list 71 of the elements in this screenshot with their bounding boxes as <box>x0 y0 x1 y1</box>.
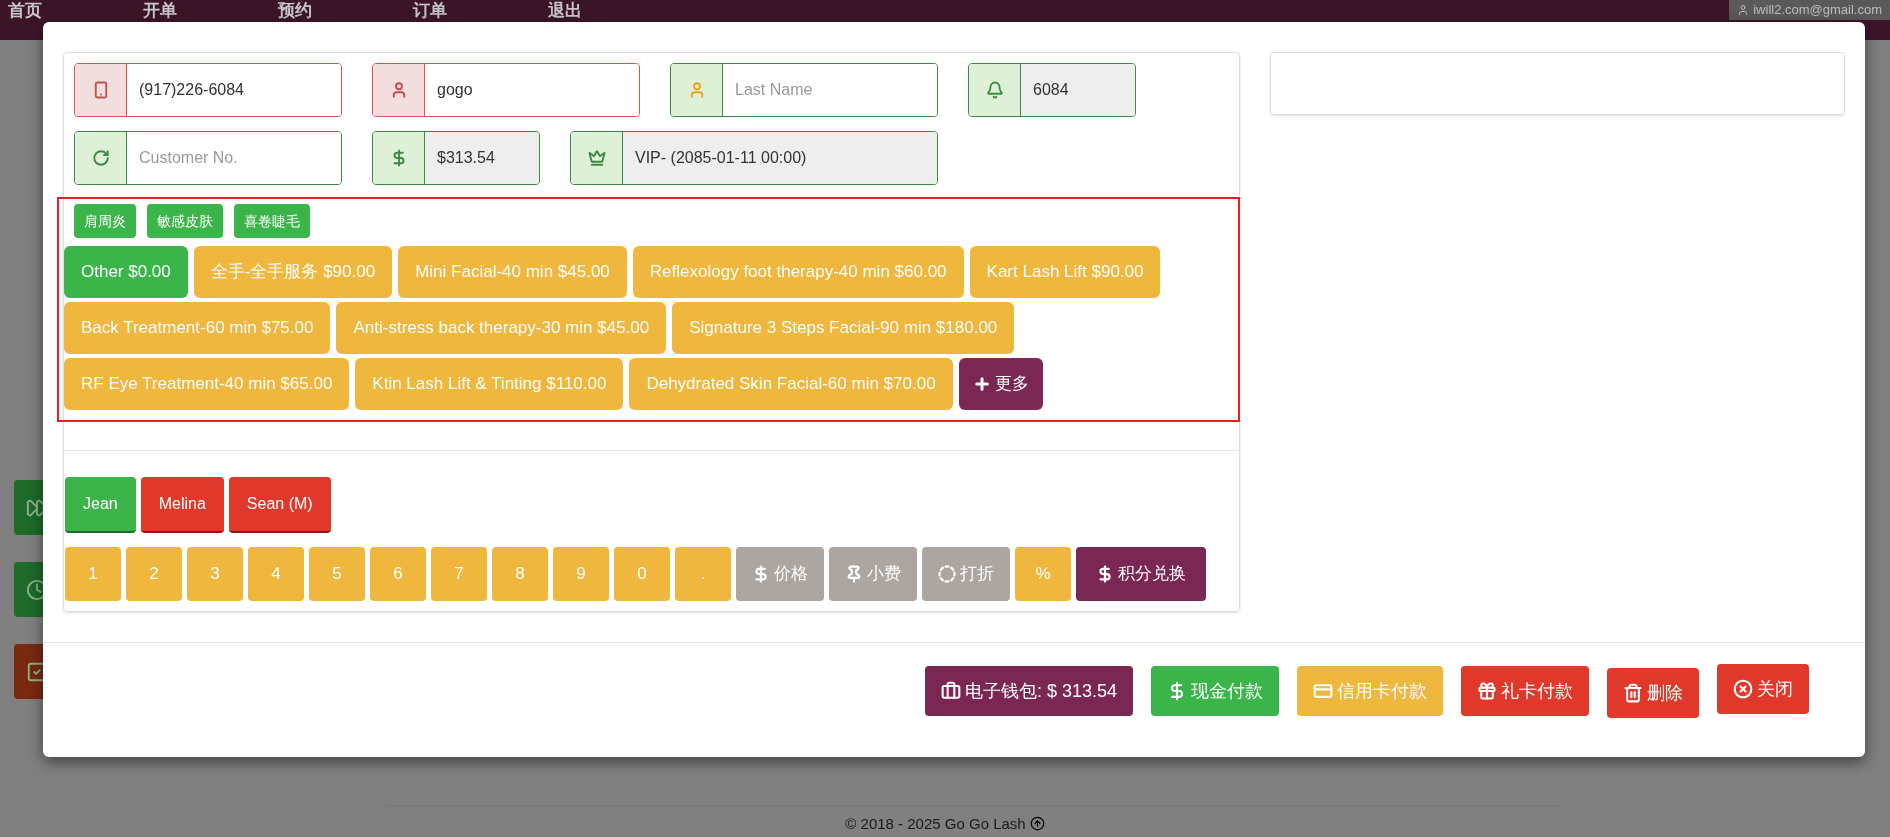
nav-link[interactable]: 首页 <box>0 1 135 21</box>
gift-icon <box>1477 681 1497 701</box>
keypad-button[interactable]: 4 <box>248 547 304 601</box>
action-button[interactable]: 信用卡付款 <box>1297 666 1443 716</box>
tag: 肩周炎 <box>74 204 136 238</box>
input-field[interactable]: 6084 <box>1021 64 1135 116</box>
tag: 喜卷睫毛 <box>234 204 310 238</box>
keypad-button[interactable]: 积分兑换 <box>1076 547 1206 601</box>
refresh-icon <box>91 149 110 167</box>
input-group[interactable]: Customer No. <box>74 131 342 185</box>
dollar-icon <box>1096 565 1114 583</box>
service-button[interactable]: Ktin Lash Lift & Tinting $110.00 <box>355 358 624 410</box>
tag: 敏感皮肤 <box>147 204 223 238</box>
service-button[interactable]: Dehydrated Skin Facial-60 min $70.00 <box>629 358 953 410</box>
keypad-button[interactable]: 6 <box>370 547 426 601</box>
credit-card-icon <box>1313 681 1333 701</box>
action-button[interactable]: 关闭 <box>1717 664 1809 714</box>
briefcase-icon <box>940 681 961 701</box>
input-group[interactable]: VIP- (2085-01-11 00:00) <box>570 131 938 185</box>
service-button[interactable]: Back Treatment-60 min $75.00 <box>64 302 331 354</box>
bell-icon <box>985 81 1004 99</box>
action-button[interactable]: 礼卡付款 <box>1461 666 1589 716</box>
close-icon <box>1733 679 1753 699</box>
service-button[interactable]: Kart Lash Lift $90.00 <box>969 246 1161 298</box>
trash-icon <box>1623 683 1643 703</box>
pin-icon <box>845 565 863 583</box>
service-button[interactable]: Other $0.00 <box>64 246 188 298</box>
staff-button[interactable]: Jean <box>65 477 136 533</box>
staff-button[interactable]: Sean (M) <box>228 477 331 533</box>
service-button[interactable]: Anti-stress back therapy-30 min $45.00 <box>336 302 667 354</box>
input-group[interactable]: (917)226-6084 <box>74 63 342 117</box>
keypad-button[interactable]: 0 <box>614 547 670 601</box>
input-group[interactable]: $313.54 <box>372 131 540 185</box>
keypad-button[interactable]: 打折 <box>922 547 1010 601</box>
action-button[interactable]: 电子钱包: $ 313.54 <box>924 666 1133 716</box>
keypad-button[interactable]: . <box>675 547 731 601</box>
service-button[interactable]: 全手-全手服务 $90.00 <box>193 246 393 298</box>
nav-link[interactable]: 开单 <box>135 1 270 21</box>
user-icon <box>1737 4 1750 16</box>
nav-link[interactable]: 订单 <box>405 1 540 21</box>
more-button[interactable]: 更多 <box>958 358 1043 410</box>
input-group[interactable]: Last Name <box>670 63 938 117</box>
user-menu[interactable]: iwill2.com@gmail.com <box>1729 0 1890 20</box>
keypad-button[interactable]: 1 <box>65 547 121 601</box>
action-button[interactable]: 现金付款 <box>1151 666 1279 716</box>
keypad-button[interactable]: 小费 <box>829 547 917 601</box>
keypad-button[interactable]: 3 <box>187 547 243 601</box>
keypad-button[interactable]: 价格 <box>736 547 824 601</box>
crown-icon <box>587 149 606 167</box>
input-field[interactable]: $313.54 <box>425 132 539 184</box>
nav-link[interactable]: 退出 <box>540 1 675 21</box>
keypad-button[interactable]: % <box>1015 547 1071 601</box>
nav-link[interactable]: 预约 <box>270 1 405 21</box>
action-button[interactable]: 删除 <box>1607 668 1699 718</box>
plus-icon <box>972 375 991 393</box>
input-field[interactable]: VIP- (2085-01-11 00:00) <box>623 132 937 184</box>
keypad-button[interactable]: 7 <box>431 547 487 601</box>
keypad-button[interactable]: 2 <box>126 547 182 601</box>
keypad-button[interactable]: 5 <box>309 547 365 601</box>
dollar-icon <box>752 565 770 583</box>
staff-button[interactable]: Melina <box>140 477 224 533</box>
input-group[interactable]: gogo <box>372 63 640 117</box>
keypad-button[interactable]: 8 <box>492 547 548 601</box>
service-button[interactable]: Signature 3 Steps Facial-90 min $180.00 <box>672 302 1015 354</box>
service-button[interactable]: RF Eye Treatment-40 min $65.00 <box>64 358 350 410</box>
service-button[interactable]: Reflexology foot therapy-40 min $60.00 <box>632 246 964 298</box>
service-button[interactable]: Mini Facial-40 min $45.00 <box>398 246 627 298</box>
scroll-top-icon[interactable] <box>1029 816 1045 832</box>
input-group[interactable]: 6084 <box>968 63 1136 117</box>
copyright-text: © 2018 - 2025 Go Go Lash <box>845 813 1026 834</box>
keypad-button[interactable]: 9 <box>553 547 609 601</box>
